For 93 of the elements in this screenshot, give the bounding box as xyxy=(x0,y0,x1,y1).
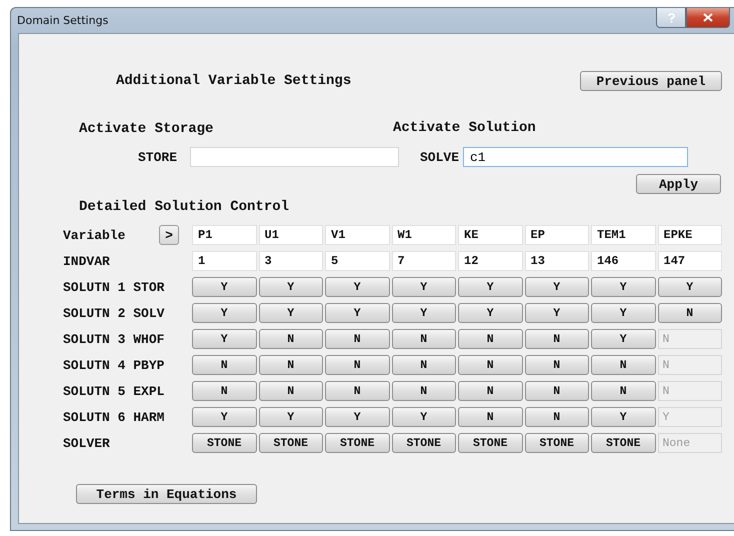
toggle-button[interactable]: N xyxy=(524,355,589,375)
terms-in-equations-button[interactable]: Terms in Equations xyxy=(76,484,257,504)
index-cell: 147 xyxy=(658,251,722,271)
toggle-button[interactable]: N xyxy=(325,381,390,401)
apply-button[interactable]: Apply xyxy=(636,174,721,194)
toggle-button[interactable]: Y xyxy=(325,407,390,427)
toggle-button[interactable]: N xyxy=(392,329,456,349)
variable-cell: EPKE xyxy=(658,225,722,245)
toggle-button[interactable]: Y xyxy=(258,303,323,323)
section-heading: Activate Solution xyxy=(393,120,536,136)
toggle-button[interactable]: Y xyxy=(192,407,256,427)
toggle-button[interactable]: Y xyxy=(591,407,656,427)
index-cell: 7 xyxy=(392,251,456,271)
toggle-button[interactable]: N xyxy=(524,407,589,427)
close-icon xyxy=(703,13,713,22)
toggle-button[interactable]: N xyxy=(591,355,656,375)
toggle-button[interactable]: N xyxy=(258,329,323,349)
variable-cell: W1 xyxy=(392,225,456,245)
toggle-button[interactable]: Y xyxy=(192,277,256,297)
index-cell: 13 xyxy=(524,251,589,271)
variable-cell: EP xyxy=(524,225,589,245)
variable-cell: P1 xyxy=(192,225,256,245)
toggle-button[interactable]: N xyxy=(458,355,522,375)
section-heading: Activate Storage xyxy=(79,121,214,137)
toggle-button[interactable]: Y xyxy=(458,303,522,323)
toggle-button[interactable]: Y xyxy=(591,277,656,297)
index-cell: 5 xyxy=(325,251,390,271)
toggle-button[interactable]: Y xyxy=(458,277,522,297)
field-label: SOLVE xyxy=(418,150,460,164)
toggle-button[interactable]: Y xyxy=(392,277,456,297)
store-field[interactable] xyxy=(190,147,399,167)
toggle-button[interactable]: N xyxy=(258,381,323,401)
toggle-button[interactable]: N xyxy=(524,329,589,349)
toggle-button[interactable]: N xyxy=(658,303,722,323)
toggle-button[interactable]: Y xyxy=(392,407,456,427)
row-label: SOLUTN 5 EXPL xyxy=(63,384,166,398)
row-label: SOLUTN 1 STOR xyxy=(63,280,166,294)
toggle-button[interactable]: N xyxy=(258,355,323,375)
toggle-button[interactable]: Y xyxy=(658,277,722,297)
toggle-button[interactable]: Y xyxy=(258,407,323,427)
toggle-button[interactable]: N xyxy=(458,329,522,349)
solve-field[interactable]: c1 xyxy=(463,147,688,167)
toggle-button[interactable]: N xyxy=(325,355,390,375)
row-label: SOLUTN 2 SOLV xyxy=(63,306,166,320)
toggle-button[interactable]: N xyxy=(192,355,256,375)
toggle-button[interactable]: STONE xyxy=(524,433,589,453)
toggle-button[interactable]: Y xyxy=(591,303,656,323)
toggle-button[interactable]: STONE xyxy=(325,433,390,453)
toggle-button[interactable]: N xyxy=(192,381,256,401)
index-cell: 146 xyxy=(591,251,656,271)
toggle-button[interactable]: N xyxy=(524,381,589,401)
close-button[interactable] xyxy=(686,8,730,28)
row-label: SOLUTN 3 WHOF xyxy=(63,332,166,346)
field-label: STORE xyxy=(136,150,178,164)
toggle-button[interactable]: N xyxy=(458,381,522,401)
previous-panel-button[interactable]: Previous panel xyxy=(580,71,722,91)
index-cell: 3 xyxy=(258,251,323,271)
row-label: Variable xyxy=(63,228,126,242)
toggle-button[interactable]: Y xyxy=(591,329,656,349)
row-label: SOLUTN 4 PBYP xyxy=(63,358,166,372)
toggle-button[interactable]: Y xyxy=(192,329,256,349)
toggle-button[interactable]: STONE xyxy=(458,433,522,453)
toggle-button[interactable]: N xyxy=(458,407,522,427)
help-icon xyxy=(668,12,674,22)
toggle-button[interactable]: STONE xyxy=(192,433,256,453)
toggle-button[interactable]: N xyxy=(392,381,456,401)
window-title: Domain Settings xyxy=(17,14,108,27)
row-label: SOLVER xyxy=(63,436,111,450)
toggle-button[interactable]: Y xyxy=(258,277,323,297)
variable-cell: U1 xyxy=(258,225,323,245)
section-heading: Detailed Solution Control xyxy=(79,199,290,215)
toggle-button[interactable]: STONE xyxy=(258,433,323,453)
toggle-button[interactable]: N xyxy=(392,355,456,375)
toggle-button[interactable]: N xyxy=(591,381,656,401)
index-cell: 1 xyxy=(192,251,256,271)
help-button[interactable] xyxy=(656,8,686,28)
toggle-button[interactable]: Y xyxy=(325,303,390,323)
variable-cell: V1 xyxy=(325,225,390,245)
toggle-button[interactable]: Y xyxy=(524,303,589,323)
toggle-button[interactable]: Y xyxy=(524,277,589,297)
toggle-button[interactable]: N xyxy=(325,329,390,349)
toggle-button[interactable]: STONE xyxy=(591,433,656,453)
panel-heading: Additional Variable Settings xyxy=(116,73,352,89)
variable-cell: KE xyxy=(458,225,522,245)
toggle-button[interactable]: Y xyxy=(325,277,390,297)
index-cell: 12 xyxy=(458,251,522,271)
toggle-button[interactable]: Y xyxy=(192,303,256,323)
row-label: SOLUTN 6 HARM xyxy=(63,410,166,424)
row-label: INDVAR xyxy=(63,254,111,268)
toggle-button[interactable]: STONE xyxy=(392,433,456,453)
next-button[interactable]: > xyxy=(159,225,179,245)
variable-cell: TEM1 xyxy=(591,225,656,245)
toggle-button[interactable]: Y xyxy=(392,303,456,323)
